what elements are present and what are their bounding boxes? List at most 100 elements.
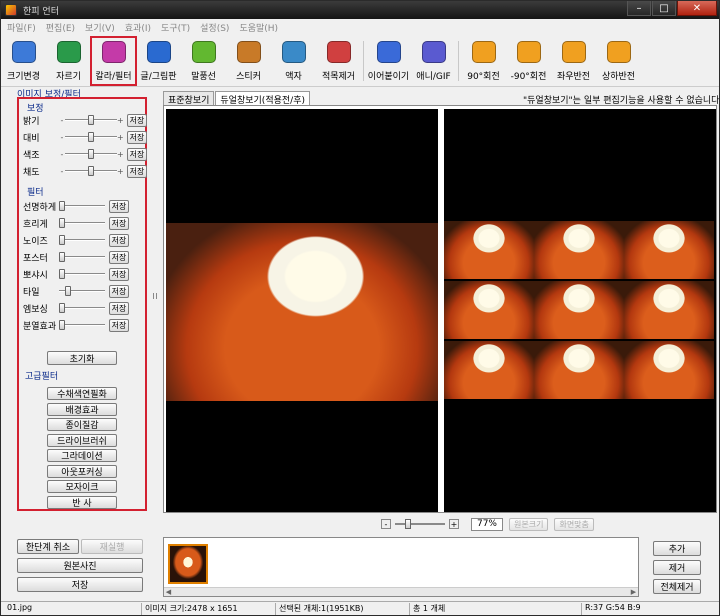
redo-button[interactable]: 재실행 (81, 539, 143, 554)
minimize-icon[interactable]: – (627, 1, 651, 16)
filter-row-save-button[interactable]: 저장 (109, 199, 129, 213)
tool-flip-horizontal[interactable]: 좌우반전 (551, 37, 596, 85)
zoom-bar: - + 77% 원본크기 화면맞춤 (381, 517, 594, 531)
filter-row-slider[interactable] (59, 252, 105, 262)
filter-row-slider[interactable] (59, 201, 105, 211)
tool-color-filter[interactable]: 칼라/필터 (90, 36, 137, 86)
advanced-filter-button[interactable]: 모자이크 (47, 480, 117, 493)
zoom-in-button[interactable]: + (449, 519, 459, 529)
advanced-filter-button[interactable]: 수채색연필화 (47, 387, 117, 400)
filter-row-slider-thumb[interactable] (59, 201, 65, 211)
tool-text-draw[interactable]: 글/그림판 (136, 37, 181, 85)
panel-splitter[interactable] (151, 97, 159, 511)
scroll-right-icon[interactable]: ▶ (629, 588, 638, 596)
original-photo-button[interactable]: 원본사진 (17, 558, 143, 573)
tool-crop[interactable]: 자르기 (46, 37, 91, 85)
filter-row-slider[interactable] (59, 303, 105, 313)
correction-row-slider-thumb[interactable] (88, 115, 94, 125)
tool-red-eye[interactable]: 적목제거 (316, 37, 361, 85)
advanced-filter-button[interactable]: 배경효과 (47, 402, 117, 416)
undo-button[interactable]: 한단계 취소 (17, 539, 79, 554)
menu-effect[interactable]: 효과(I) (125, 21, 151, 34)
close-icon[interactable]: ✕ (677, 1, 717, 16)
filter-row-slider[interactable] (59, 218, 105, 228)
tab-dual-view[interactable]: 듀얼창보기(적용전/후) (215, 91, 310, 106)
save-button[interactable]: 저장 (17, 577, 143, 592)
filter-row-slider[interactable] (59, 286, 105, 296)
filter-row-slider[interactable] (59, 269, 105, 279)
filter-row-save-button[interactable]: 저장 (109, 284, 129, 298)
menu-file[interactable]: 파일(F) (7, 21, 36, 34)
filter-row-slider-thumb[interactable] (59, 303, 65, 313)
tool-resize[interactable]: 크기변경 (1, 37, 46, 85)
advanced-filter-button[interactable]: 반 사 (47, 495, 117, 509)
filter-row-save-button[interactable]: 저장 (109, 233, 129, 247)
tool-rotate-cw[interactable]: 90°회전 (461, 37, 506, 85)
tool-gif[interactable]: 애니/GIF (411, 37, 456, 85)
red-eye-icon (326, 41, 351, 63)
filter-row-slider-thumb[interactable] (65, 286, 71, 296)
filter-row-save-button[interactable]: 저장 (109, 267, 129, 281)
advanced-filter-button[interactable]: 그라데이션 (47, 449, 117, 462)
thumbnail-scrollbar[interactable]: ◀ ▶ (164, 587, 638, 596)
correction-row-save-button[interactable]: 저장 (127, 113, 147, 127)
correction-row-slider-thumb[interactable] (88, 166, 94, 176)
tool-label: 액자 (285, 72, 302, 82)
tool-rotate-ccw[interactable]: -90°회전 (506, 37, 551, 85)
advanced-filter-button[interactable]: 종이질감 (47, 418, 117, 431)
tool-sticker[interactable]: 스티커 (226, 37, 271, 85)
fit-screen-button[interactable]: 화면맞춤 (554, 517, 594, 531)
advanced-filter-button[interactable]: 아웃포커싱 (47, 464, 117, 478)
menu-help[interactable]: 도움말(H) (239, 21, 278, 34)
correction-row-slider-thumb[interactable] (88, 149, 94, 159)
status-bar: 01.jpg 이미지 크기:2478 x 1651 선택된 개체:1(1951K… (1, 601, 719, 615)
remove-button[interactable]: 제거 (653, 560, 701, 575)
frame-icon (281, 41, 306, 63)
tool-flip-vertical[interactable]: 상하반전 (596, 37, 641, 85)
zoom-slider[interactable] (395, 519, 445, 529)
reset-button[interactable]: 초기화 (47, 351, 117, 365)
correction-row-slider[interactable] (65, 115, 117, 125)
correction-row-save-button[interactable]: 저장 (127, 130, 147, 144)
correction-row-label: 색조 (23, 150, 40, 161)
menu-edit[interactable]: 편집(E) (46, 21, 75, 34)
filter-row-save-button[interactable]: 저장 (109, 216, 129, 230)
filter-row-slider-thumb[interactable] (59, 252, 65, 262)
correction-row-slider[interactable] (65, 166, 117, 176)
tab-standard-view[interactable]: 표준창보기 (163, 91, 215, 106)
menu-tools[interactable]: 도구(T) (161, 21, 190, 34)
filter-row-slider-thumb[interactable] (59, 235, 65, 245)
correction-row-save-button[interactable]: 저장 (127, 147, 147, 161)
filter-row-save-button[interactable]: 저장 (109, 250, 129, 264)
correction-row-slider-thumb[interactable] (88, 132, 94, 142)
menu-view[interactable]: 보기(V) (85, 21, 115, 34)
zoom-slider-thumb[interactable] (405, 519, 411, 529)
filter-row-slider-thumb[interactable] (59, 269, 65, 279)
thumbnail-item[interactable] (168, 544, 208, 584)
tool-label: 말풍선 (191, 72, 216, 82)
scroll-left-icon[interactable]: ◀ (164, 588, 173, 596)
filter-row: 선명하게 저장 (23, 199, 147, 213)
filter-row-slider[interactable] (59, 320, 105, 330)
maximize-icon[interactable]: □ (652, 1, 676, 16)
original-size-button[interactable]: 원본크기 (509, 517, 549, 531)
remove-all-button[interactable]: 전체제거 (653, 579, 701, 594)
tool-merge[interactable]: 이어붙이기 (366, 37, 411, 85)
add-button[interactable]: 추가 (653, 541, 701, 556)
filter-row-slider-thumb[interactable] (59, 320, 65, 330)
filter-row-save-button[interactable]: 저장 (109, 318, 129, 332)
tool-frame[interactable]: 액자 (271, 37, 316, 85)
tiled-image-cell (534, 341, 624, 399)
advanced-filter-button[interactable]: 드라이브러쉬 (47, 433, 117, 447)
correction-row-save-button[interactable]: 저장 (127, 164, 147, 178)
filter-row-save-button[interactable]: 저장 (109, 301, 129, 315)
filter-row-slider-thumb[interactable] (59, 218, 65, 228)
tool-speech-bubble[interactable]: 말풍선 (181, 37, 226, 85)
correction-row-slider[interactable] (65, 132, 117, 142)
zoom-value[interactable]: 77% (471, 517, 503, 531)
zoom-out-button[interactable]: - (381, 519, 391, 529)
correction-row-slider[interactable] (65, 149, 117, 159)
tool-label: 글/그림판 (140, 72, 177, 82)
menu-settings[interactable]: 설정(S) (200, 21, 229, 34)
filter-row-slider[interactable] (59, 235, 105, 245)
